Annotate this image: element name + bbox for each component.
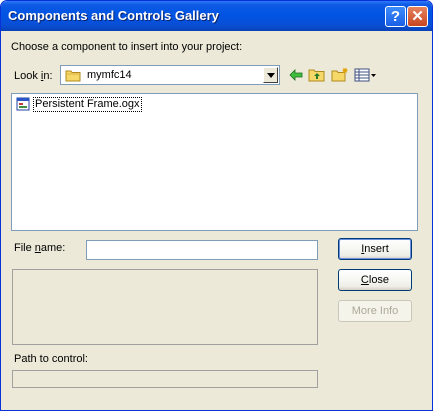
close-window-button[interactable]: ✕ [407, 6, 428, 27]
component-description-panel [12, 269, 318, 345]
more-info-button[interactable]: More Info [338, 300, 412, 322]
instruction-text: Choose a component to insert into your p… [11, 41, 243, 53]
view-menu-icon[interactable] [354, 67, 378, 83]
dialog-client-area: Choose a component to insert into your p… [4, 31, 429, 409]
folder-icon [65, 70, 81, 82]
close-button[interactable]: Close [338, 269, 412, 291]
list-item[interactable]: Persistent Frame.ogx [16, 96, 142, 112]
dialog-title: Components and Controls Gallery [8, 8, 219, 23]
look-in-value: mymfc14 [87, 69, 132, 81]
chevron-down-icon[interactable] [263, 67, 278, 83]
file-name-input[interactable] [86, 240, 318, 260]
path-field [12, 370, 318, 388]
back-icon[interactable] [287, 67, 305, 83]
new-folder-icon[interactable] [331, 67, 349, 83]
help-button[interactable]: ? [385, 6, 406, 27]
file-name-label: Persistent Frame.ogx [33, 96, 142, 112]
look-in-dropdown[interactable]: mymfc14 [60, 65, 280, 85]
path-label: Path to control: [14, 353, 88, 365]
look-in-label: Look in: [14, 70, 53, 82]
components-gallery-dialog: Components and Controls Gallery ? ✕ Choo… [0, 0, 433, 411]
up-folder-icon[interactable] [308, 67, 326, 83]
file-list[interactable]: Persistent Frame.ogx [11, 93, 418, 231]
insert-button[interactable]: Insert [338, 238, 412, 260]
file-name-label: File name: [14, 242, 66, 254]
title-bar[interactable]: Components and Controls Gallery ? ✕ [1, 1, 432, 31]
ogx-file-icon [16, 97, 30, 111]
